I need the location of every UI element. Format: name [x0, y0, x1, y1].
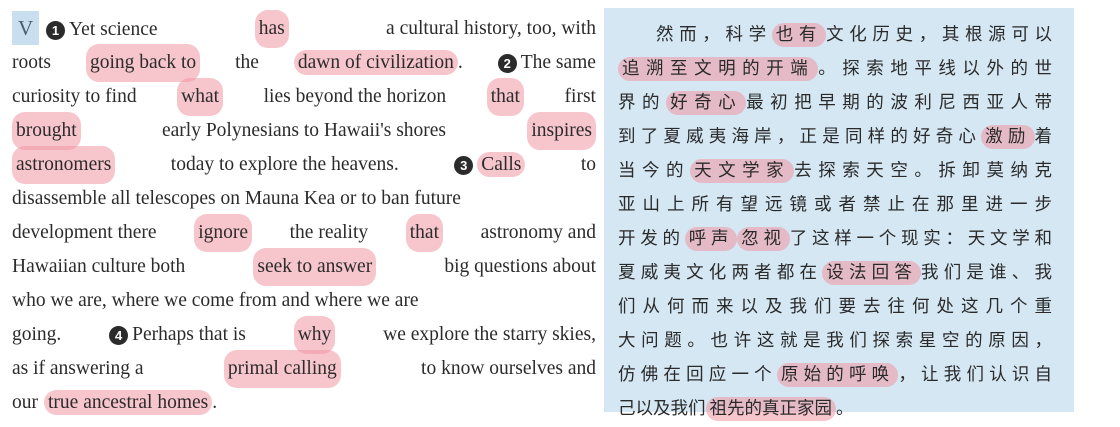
- zh-line-1: 然而，科学 也有 文化历史，其根源可以: [656, 23, 1052, 47]
- en-seg: early Polynesians to Hawaii's shores: [161, 120, 447, 141]
- en-line-12: our true ancestral homes.: [12, 386, 596, 420]
- zh-line-2: 追溯至文明的开端 。探索地平线以外的世: [618, 52, 1052, 86]
- en-seg: to know ourselves and: [421, 358, 596, 379]
- en-seg: lies beyond the horizon: [263, 86, 447, 107]
- en-seg: we explore the starry skies,: [383, 324, 596, 345]
- en-seg: 3 Calls: [454, 148, 526, 182]
- en-line-4: brought early Polynesians to Hawaii's sh…: [12, 112, 596, 150]
- en-seg: astronomy and: [480, 222, 596, 243]
- zh-line-11: 仿佛在回应一个 原始的呼唤 ，让我们认识自: [618, 363, 1053, 387]
- en-seg: V 1 Yet science: [12, 11, 158, 47]
- highlight-phrase: brought: [12, 112, 81, 150]
- en-seg: who we are, where we come from and where…: [12, 290, 419, 311]
- en-line-1: V 1 Yet science has a cultural history, t…: [12, 10, 596, 48]
- zh-line-10: 大问题。也许这就是我们探索星空的原因，: [618, 331, 1052, 351]
- highlight-phrase: going back to: [85, 44, 201, 82]
- en-seg: as if answering a: [12, 358, 144, 379]
- highlight-phrase: 也有: [771, 23, 827, 47]
- highlight-phrase: primal calling: [223, 350, 341, 388]
- highlight-phrase: 祖先的真正家园: [705, 397, 836, 421]
- zh-line-4: 到了夏威夷海岸，正是同样的好奇心 激励着: [618, 125, 1053, 149]
- sentence-number-1: 1: [46, 21, 66, 41]
- en-seg: to: [580, 154, 596, 175]
- highlight-phrase: that: [405, 214, 443, 252]
- highlight-phrase: 设法回答: [822, 261, 922, 285]
- english-passage: V 1 Yet science has a cultural history, t…: [12, 10, 596, 420]
- highlight-phrase: 原始的呼唤: [776, 363, 899, 387]
- en-seg: our: [12, 392, 38, 413]
- en-seg: the: [235, 52, 259, 73]
- highlight-phrase: ignore: [194, 214, 253, 252]
- en-line-8: Hawaiian culture both seek to answer big…: [12, 248, 596, 286]
- zh-line-3: 界的 好奇心 最初把早期的波利尼西亚人带: [618, 91, 1053, 115]
- highlight-phrase: true ancestral homes: [44, 390, 213, 415]
- en-seg: true ancestral homes.: [44, 386, 217, 420]
- highlight-phrase: dawn of civilization: [293, 50, 458, 75]
- zh-line-8: 夏威夷文化两者都在 设法回答 我们是谁、我: [618, 261, 1053, 285]
- sentence-number-3: 3: [454, 156, 474, 176]
- en-seg: the reality: [289, 222, 369, 243]
- zh-line-5: 当今的 天文学家 去探索天空。拆卸莫纳克: [618, 159, 1053, 183]
- highlight-phrase: 呼声: [684, 227, 738, 251]
- en-seg: a cultural history, too, with: [386, 18, 596, 39]
- en-seg: 4 Perhaps that is: [109, 318, 246, 352]
- highlight-phrase: astronomers: [12, 146, 116, 184]
- en-seg: 2 The same: [497, 46, 596, 80]
- en-line-2: roots going back to the dawn of civiliza…: [12, 44, 596, 82]
- sentence-number-4: 4: [109, 326, 129, 346]
- zh-line-9: 们从何而来以及我们要去往何处这几个重: [618, 297, 1052, 317]
- highlight-phrase: 激励: [981, 125, 1035, 149]
- zh-line-7: 开发的 呼声 忽视 了这样一个现实：天文学和: [618, 227, 1052, 251]
- highlight-phrase: has: [254, 10, 289, 48]
- highlight-phrase: inspires: [527, 112, 596, 150]
- en-seg: big questions about: [444, 256, 596, 277]
- en-line-3: curiosity to find what lies beyond the h…: [12, 78, 596, 116]
- highlight-phrase: seek to answer: [253, 248, 377, 286]
- chinese-translation-panel: 然而，科学 也有 文化历史，其根源可以 追溯至文明的开端 。探索地平线以外的世 界的好…: [604, 8, 1074, 421]
- en-line-11: as if answering a primal calling to know…: [12, 350, 596, 388]
- en-seg: first: [564, 86, 596, 107]
- en-seg: curiosity to find: [12, 86, 137, 107]
- zh-line-12: 己以及我们 祖先的真正家园。: [618, 397, 854, 421]
- highlight-phrase: what: [177, 78, 224, 116]
- highlight-phrase: 天文学家: [690, 159, 795, 183]
- en-seg: Hawaiian culture both: [12, 256, 186, 277]
- en-line-5: astronomers today to explore the heavens…: [12, 146, 596, 184]
- highlight-phrase: 好奇心: [666, 91, 747, 115]
- en-line-6: disassemble all telescopes on Mauna Kea …: [12, 182, 596, 216]
- en-seg: disassemble all telescopes on Mauna Kea …: [12, 188, 461, 209]
- en-line-10: going. 4 Perhaps that is why we explore t…: [12, 316, 596, 354]
- en-seg: development there: [12, 222, 157, 243]
- en-seg: dawn of civilization.: [293, 46, 463, 80]
- highlight-phrase: that: [486, 78, 524, 116]
- sentence-number-2: 2: [497, 54, 517, 74]
- en-seg: going.: [12, 324, 62, 345]
- en-seg: today to explore the heavens.: [170, 154, 399, 175]
- highlight-phrase: Calls: [477, 152, 526, 177]
- highlight-phrase: why: [293, 316, 336, 354]
- zh-line-6: 亚山上所有望远镜或者禁止在那里进一步: [618, 195, 1052, 215]
- section-mark-v: V: [12, 11, 40, 45]
- en-line-7: development there ignore the reality tha…: [12, 214, 596, 252]
- highlight-phrase: 忽视: [737, 227, 790, 251]
- en-line-9: who we are, where we come from and where…: [12, 284, 596, 318]
- en-seg: roots: [12, 52, 51, 73]
- highlight-phrase: 追溯至文明的开端: [618, 57, 819, 81]
